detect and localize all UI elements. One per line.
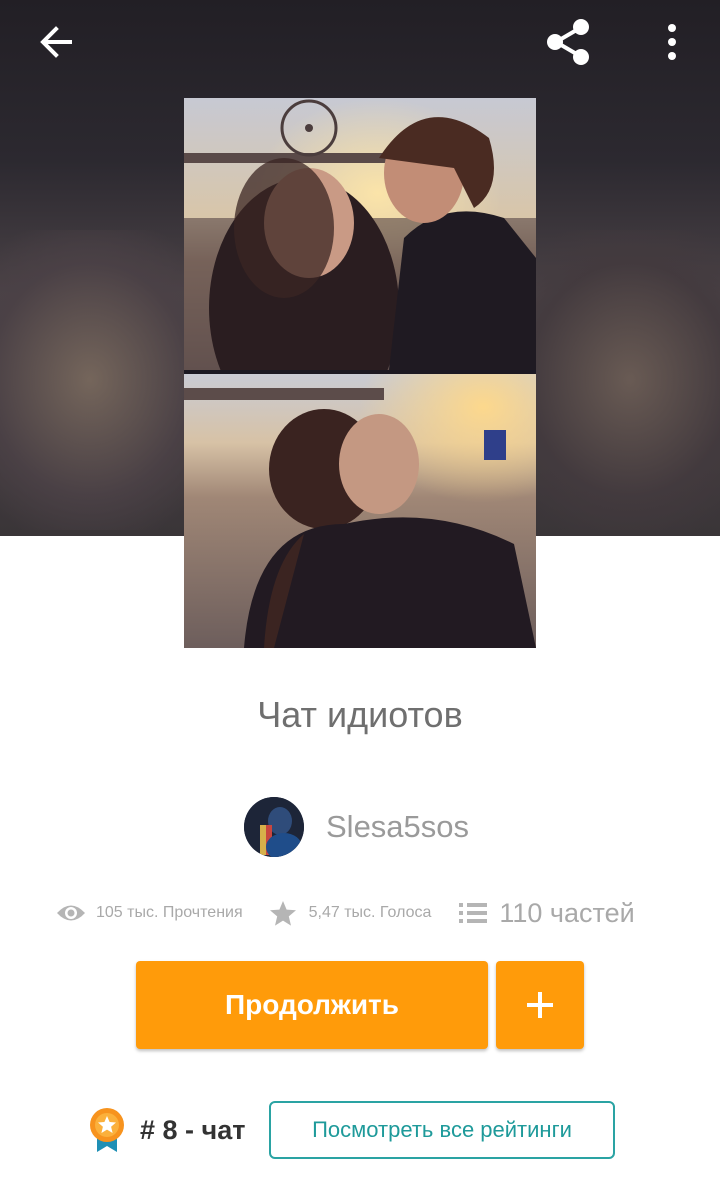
star-icon bbox=[269, 900, 296, 926]
cover-photo-top bbox=[184, 98, 536, 370]
cover-photo-bottom bbox=[184, 374, 536, 648]
votes-stat: 5,47 тыс. Голоса bbox=[269, 900, 432, 927]
list-icon bbox=[459, 903, 488, 923]
more-vertical-icon bbox=[668, 24, 676, 60]
reads-stat: 105 тыс. Прочтения bbox=[56, 902, 243, 924]
more-menu-button[interactable] bbox=[644, 14, 700, 70]
view-all-rankings-label: Посмотреть все рейтинги bbox=[312, 1117, 572, 1142]
parts-count: 110 частей bbox=[499, 897, 635, 928]
rank-text: # 8 - чат bbox=[140, 1114, 246, 1145]
arrow-left-icon bbox=[40, 26, 72, 58]
author-avatar bbox=[244, 797, 304, 857]
author-name: Slesa5sos bbox=[326, 809, 470, 844]
view-all-rankings-button[interactable]: Посмотреть все рейтинги bbox=[269, 1101, 615, 1159]
plus-icon bbox=[527, 992, 553, 1018]
add-to-library-button[interactable] bbox=[496, 961, 584, 1049]
story-stats: 105 тыс. Прочтения 5,47 тыс. Голоса 110 … bbox=[56, 893, 676, 933]
award-badge-icon bbox=[90, 1108, 124, 1152]
share-button[interactable] bbox=[540, 14, 596, 70]
eye-icon bbox=[57, 905, 85, 921]
continue-reading-button[interactable]: Продолжить bbox=[136, 961, 488, 1049]
share-icon bbox=[547, 19, 589, 65]
continue-label: Продолжить bbox=[225, 989, 399, 1020]
votes-count: 5,47 тыс. Голоса bbox=[308, 904, 432, 921]
story-cover[interactable] bbox=[184, 98, 536, 648]
reads-count: 105 тыс. Прочтения bbox=[96, 904, 243, 921]
back-button[interactable] bbox=[28, 14, 84, 70]
author-link[interactable]: Slesa5sos bbox=[244, 796, 469, 858]
ranking-info: # 8 - чат bbox=[88, 1102, 245, 1158]
parts-stat: 110 частей bbox=[459, 897, 635, 929]
story-title: Чат идиотов bbox=[257, 694, 463, 735]
